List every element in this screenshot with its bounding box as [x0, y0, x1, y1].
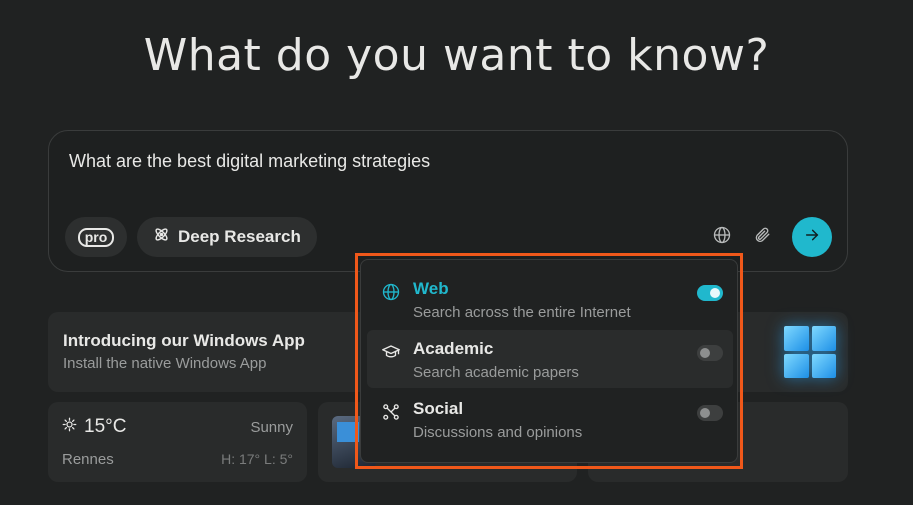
sources-button[interactable] — [710, 225, 734, 249]
deep-research-button[interactable]: Deep Research — [137, 217, 317, 257]
highlight-annotation-frame — [355, 253, 743, 469]
pro-toggle-button[interactable]: pro — [65, 217, 127, 257]
weather-temperature-row: 15°C — [62, 416, 126, 438]
submit-button[interactable] — [792, 217, 832, 257]
promo-subtitle: Install the native Windows App — [63, 355, 267, 372]
weather-condition: Sunny — [250, 419, 293, 436]
windows-logo-icon — [784, 326, 836, 378]
deep-research-label: Deep Research — [178, 227, 301, 246]
globe-icon — [713, 226, 731, 249]
attach-button[interactable] — [750, 225, 774, 249]
paperclip-icon — [753, 226, 771, 249]
weather-temperature: 15°C — [84, 416, 127, 437]
atom-icon — [153, 226, 170, 248]
weather-high-low: H: 17° L: 5° — [221, 451, 293, 467]
weather-city: Rennes — [62, 451, 114, 468]
arrow-right-icon — [804, 227, 820, 248]
page-title: What do you want to know? — [143, 30, 770, 81]
promo-title: Introducing our Windows App — [63, 331, 305, 350]
sun-icon — [62, 416, 77, 438]
search-box[interactable]: What are the best digital marketing stra… — [48, 130, 848, 272]
search-input[interactable]: What are the best digital marketing stra… — [69, 151, 430, 172]
weather-card[interactable]: 15°C Sunny Rennes H: 17° L: 5° — [48, 402, 307, 482]
pro-badge: pro — [77, 227, 115, 247]
